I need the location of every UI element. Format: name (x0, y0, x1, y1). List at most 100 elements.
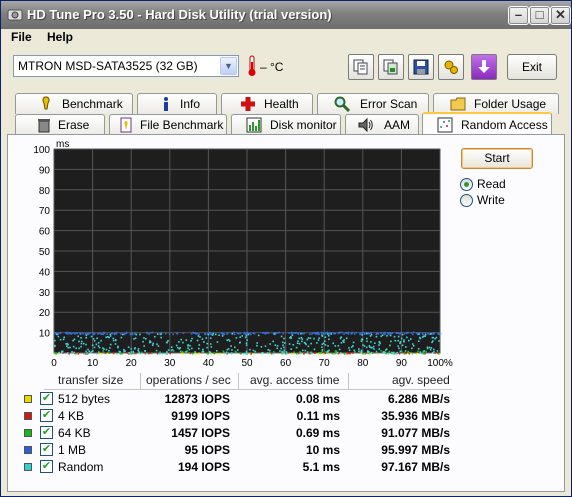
header-divider (44, 389, 452, 390)
data-point (101, 352, 103, 355)
data-point (203, 341, 205, 343)
cell-iops: 95 IOPS (184, 443, 230, 457)
data-point (421, 332, 424, 334)
data-point (267, 332, 270, 334)
data-point (230, 345, 232, 347)
drive-select-value: MTRON MSD-SATA3525 (32 GB) (18, 59, 198, 73)
data-point (138, 351, 140, 353)
data-point (400, 331, 403, 334)
tab-error-scan[interactable]: Error Scan (317, 93, 429, 114)
data-point (130, 333, 133, 335)
data-point (395, 352, 397, 355)
color-swatch (24, 429, 32, 437)
chevron-down-icon[interactable]: ▼ (220, 57, 237, 75)
data-point (432, 340, 434, 342)
data-point (291, 332, 293, 335)
data-point (423, 350, 425, 352)
tab-info[interactable]: Info (137, 93, 217, 114)
row-checkbox[interactable]: ✔ (40, 426, 53, 439)
data-point (431, 336, 434, 339)
copy-screenshot-icon (383, 59, 398, 75)
data-point (387, 332, 389, 334)
data-point (295, 353, 298, 355)
radio-read-dot[interactable] (460, 178, 473, 191)
minimize-button[interactable]: – (508, 6, 529, 25)
data-point (398, 353, 401, 355)
data-point (216, 352, 219, 355)
row-checkbox[interactable]: ✔ (40, 392, 53, 405)
data-point (333, 353, 336, 355)
data-point (159, 351, 161, 353)
row-checkbox[interactable]: ✔ (40, 409, 53, 422)
data-point (206, 342, 208, 345)
title-bar[interactable]: HD Tune Pro 3.50 - Hard Disk Utility (tr… (1, 1, 571, 29)
data-point (219, 352, 221, 355)
copy-info-button[interactable] (348, 54, 374, 80)
row-checkbox[interactable]: ✔ (40, 443, 53, 456)
data-point (363, 345, 366, 347)
tab-health[interactable]: Health (221, 93, 313, 114)
close-button[interactable]: ✕ (550, 6, 571, 25)
erase-icon (38, 119, 50, 133)
data-point (438, 332, 440, 335)
maximize-button[interactable]: □ (529, 6, 550, 25)
data-point (103, 331, 105, 334)
data-point (361, 334, 363, 336)
data-point (231, 333, 234, 335)
data-point (296, 342, 299, 344)
tab-health-label: Health (264, 97, 299, 111)
data-point (319, 352, 321, 354)
save-button[interactable] (408, 54, 434, 80)
data-point (87, 333, 89, 335)
data-point (235, 337, 238, 339)
data-point (407, 331, 409, 334)
data-point (201, 338, 204, 340)
data-point (412, 345, 415, 347)
tab-benchmark[interactable]: Benchmark (15, 93, 133, 114)
start-button[interactable]: Start (461, 148, 533, 169)
row-checkbox[interactable]: ✔ (40, 460, 53, 473)
data-point (440, 332, 442, 335)
data-point (266, 352, 269, 354)
data-point (324, 344, 327, 346)
data-point (303, 341, 306, 344)
tab-folder-usage[interactable]: Folder Usage (433, 93, 559, 114)
data-point (156, 333, 159, 335)
data-point (389, 344, 391, 347)
data-point (378, 344, 380, 346)
tab-erase[interactable]: Erase (15, 114, 105, 135)
maximize-icon: □ (535, 7, 544, 22)
data-point (318, 337, 321, 339)
exit-button[interactable]: Exit (507, 54, 557, 80)
data-point (83, 342, 85, 345)
y-unit-label: ms (56, 139, 69, 150)
data-point (310, 342, 312, 345)
data-point (358, 348, 360, 350)
data-point (109, 333, 112, 336)
download-button[interactable] (471, 54, 497, 80)
tab-file-benchmark[interactable]: File Benchmark (109, 114, 227, 135)
options-button[interactable] (438, 54, 464, 80)
drive-select[interactable]: MTRON MSD-SATA3525 (32 GB) ▼ (13, 55, 239, 77)
tab-error-scan-label: Error Scan (360, 97, 418, 111)
data-point (300, 332, 302, 335)
copy-screenshot-button[interactable] (378, 54, 404, 80)
data-point (189, 352, 192, 355)
menu-file[interactable]: File (11, 30, 32, 44)
data-point (245, 342, 248, 344)
data-point (271, 353, 274, 355)
radio-write-dot[interactable] (460, 194, 473, 207)
data-point (188, 352, 190, 354)
data-point (272, 340, 274, 343)
menu-help[interactable]: Help (47, 30, 73, 44)
data-point (351, 352, 354, 354)
data-point (130, 353, 133, 355)
data-point (127, 346, 130, 348)
data-point (338, 348, 341, 351)
tab-aam[interactable]: AAM (345, 114, 419, 135)
tab-random-access[interactable]: Random Access (422, 112, 552, 134)
data-point (424, 332, 427, 334)
tab-disk-monitor[interactable]: Disk monitor (231, 114, 341, 135)
data-point (284, 352, 287, 355)
data-point (345, 332, 347, 334)
